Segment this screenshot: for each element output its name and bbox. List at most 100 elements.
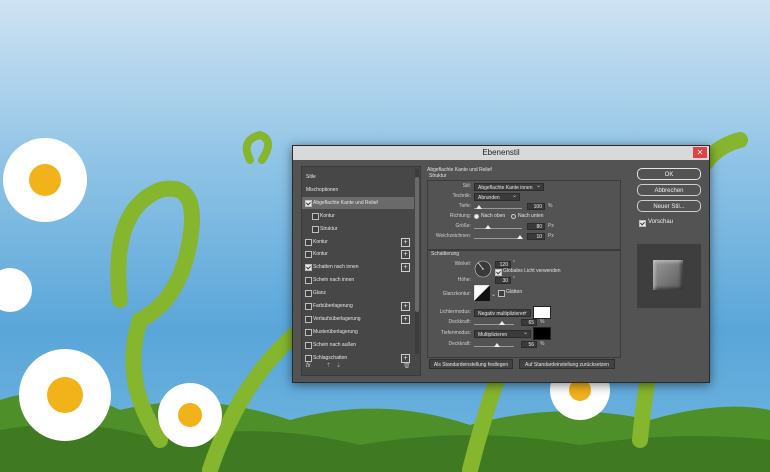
fx-button[interactable]: fx bbox=[306, 363, 311, 369]
style-item[interactable]: Musterüberlagerung bbox=[302, 326, 414, 338]
opacity1-slider[interactable] bbox=[474, 324, 514, 325]
style-item-checkbox[interactable] bbox=[305, 303, 312, 310]
altitude-value[interactable]: 30 bbox=[495, 277, 511, 284]
dialog-actions: OK Abbrechen Neuer Stil... Vorschau bbox=[633, 166, 705, 374]
size-value[interactable]: 80 bbox=[527, 223, 545, 230]
depth-slider-knob[interactable] bbox=[476, 205, 482, 209]
altitude-label: Höhe: bbox=[457, 277, 471, 283]
style-item-label: Stile bbox=[306, 174, 316, 180]
preview-thumbnail bbox=[653, 260, 683, 290]
angle-label: Winkel: bbox=[454, 261, 471, 267]
style-label: Stil: bbox=[462, 183, 471, 189]
style-item[interactable]: Schein nach außen bbox=[302, 339, 414, 351]
direction-down-radio[interactable] bbox=[511, 214, 516, 219]
style-item[interactable]: Glanz bbox=[302, 287, 414, 299]
add-icon[interactable]: + bbox=[401, 250, 410, 260]
style-item[interactable]: Verlaufsüberlagerung + bbox=[302, 313, 414, 325]
style-item-checkbox[interactable] bbox=[305, 290, 312, 298]
add-icon[interactable]: + bbox=[401, 314, 410, 324]
style-item-checkbox[interactable] bbox=[305, 328, 312, 336]
new-style-button[interactable]: Neuer Stil... bbox=[637, 200, 701, 212]
style-item-label: Musterüberlagerung bbox=[313, 328, 358, 335]
style-item-checkbox[interactable] bbox=[305, 199, 312, 207]
add-icon[interactable]: + bbox=[401, 263, 410, 273]
reset-default-button[interactable]: Auf Standardeinstellung zurücksetzen bbox=[519, 359, 615, 369]
style-item-label: Kontur bbox=[320, 212, 335, 219]
gloss-contour-preview[interactable] bbox=[474, 285, 490, 301]
arrow-up-icon[interactable]: ⇡ bbox=[326, 362, 331, 369]
preview-checkbox[interactable] bbox=[639, 220, 646, 227]
trash-icon[interactable]: 🗑 bbox=[403, 362, 411, 369]
style-item[interactable]: Mischoptionen bbox=[302, 184, 414, 196]
direction-down-label: Nach unten bbox=[518, 213, 544, 219]
size-slider[interactable] bbox=[474, 228, 522, 229]
style-item-checkbox[interactable] bbox=[305, 341, 312, 349]
style-item-label: Mischoptionen bbox=[306, 186, 339, 193]
style-item-checkbox[interactable] bbox=[305, 277, 312, 285]
depth-label: Tiefe: bbox=[458, 203, 471, 209]
highlight-mode-dropdown[interactable]: Negativ multiplizieren bbox=[474, 308, 531, 317]
technique-dropdown[interactable]: Abrunden bbox=[474, 192, 520, 201]
antialias-label: Glätten bbox=[506, 289, 523, 295]
soften-value[interactable]: 10 bbox=[527, 233, 545, 240]
style-item-checkbox[interactable] bbox=[312, 225, 319, 233]
style-item[interactable]: Kontur + bbox=[302, 236, 414, 248]
opacity1-slider-knob[interactable] bbox=[499, 321, 505, 325]
ok-button[interactable]: OK bbox=[637, 168, 701, 180]
style-item[interactable]: Schatten nach innen + bbox=[302, 261, 414, 273]
global-light-checkbox[interactable] bbox=[495, 269, 502, 276]
add-icon[interactable]: + bbox=[401, 302, 410, 311]
cancel-button[interactable]: Abbrechen bbox=[637, 184, 701, 196]
close-button[interactable]: ✕ bbox=[693, 147, 707, 158]
global-light-label: Globales Licht verwenden bbox=[503, 268, 561, 274]
depth-value[interactable]: 100 bbox=[527, 203, 545, 210]
style-item[interactable]: Kontur + bbox=[302, 248, 414, 260]
soften-label: Weichzeichnen: bbox=[435, 233, 471, 239]
technique-label: Technik: bbox=[452, 193, 471, 199]
style-item[interactable]: Schein nach innen bbox=[302, 274, 414, 286]
size-slider-knob[interactable] bbox=[485, 225, 491, 229]
style-item-label: Schein nach innen bbox=[313, 277, 355, 284]
style-item-label: Abgeflachte Kante und Relief bbox=[313, 199, 378, 206]
style-item[interactable]: Stile bbox=[302, 171, 414, 183]
opacity1-unit: % bbox=[540, 319, 545, 325]
style-item[interactable]: Abgeflachte Kante und Relief bbox=[302, 196, 414, 209]
style-item[interactable]: Farbüberlagerung + bbox=[302, 300, 414, 312]
style-item-checkbox[interactable] bbox=[305, 251, 312, 259]
scrollbar-thumb[interactable] bbox=[415, 177, 419, 312]
opacity2-value[interactable]: 56 bbox=[521, 341, 537, 348]
style-item-label: Farbüberlagerung bbox=[313, 303, 353, 309]
style-item-checkbox[interactable] bbox=[312, 212, 319, 220]
opacity1-value[interactable]: 65 bbox=[521, 319, 537, 326]
soften-unit: Px bbox=[548, 233, 554, 239]
opacity2-slider-knob[interactable] bbox=[494, 343, 500, 347]
soften-slider-knob[interactable] bbox=[517, 235, 523, 239]
arrow-down-icon[interactable]: ⇣ bbox=[336, 362, 341, 369]
shadow-color-swatch[interactable] bbox=[533, 327, 551, 340]
style-item-label: Schatten nach innen bbox=[313, 264, 359, 271]
size-label: Größe: bbox=[455, 223, 471, 229]
styles-scrollbar[interactable] bbox=[415, 169, 419, 354]
style-item[interactable]: Kontur bbox=[302, 210, 414, 222]
opacity2-unit: % bbox=[540, 341, 545, 347]
angle-dial[interactable] bbox=[474, 260, 492, 278]
style-dropdown[interactable]: Abgeflachte Kante innen bbox=[474, 182, 544, 191]
style-item-checkbox[interactable] bbox=[305, 238, 312, 246]
style-item-label: Verlaufsüberlagerung bbox=[313, 315, 361, 322]
make-default-button[interactable]: Als Standardeinstellung festlegen bbox=[429, 359, 513, 369]
styles-list: Stile Mischoptionen Abgeflachte Kante und … bbox=[301, 166, 421, 376]
style-item-checkbox[interactable] bbox=[305, 315, 312, 323]
style-item-checkbox[interactable] bbox=[305, 264, 312, 272]
preview-label: Vorschau bbox=[648, 219, 674, 225]
style-item-label: Schein nach außen bbox=[313, 341, 357, 348]
add-icon[interactable]: + bbox=[401, 237, 410, 247]
styles-footer: fx ⇡ ⇣ 🗑 bbox=[302, 360, 414, 374]
style-preview bbox=[637, 244, 701, 308]
chevron-down-icon[interactable]: ⌄ bbox=[491, 291, 496, 298]
dialog-titlebar[interactable]: Ebenenstil ✕ bbox=[293, 146, 709, 160]
direction-up-radio[interactable] bbox=[474, 214, 479, 219]
style-item[interactable]: Struktur bbox=[302, 223, 414, 235]
shadow-mode-dropdown[interactable]: Multiplizieren bbox=[474, 329, 531, 338]
soften-slider[interactable] bbox=[474, 238, 522, 239]
antialias-checkbox[interactable] bbox=[498, 290, 505, 297]
